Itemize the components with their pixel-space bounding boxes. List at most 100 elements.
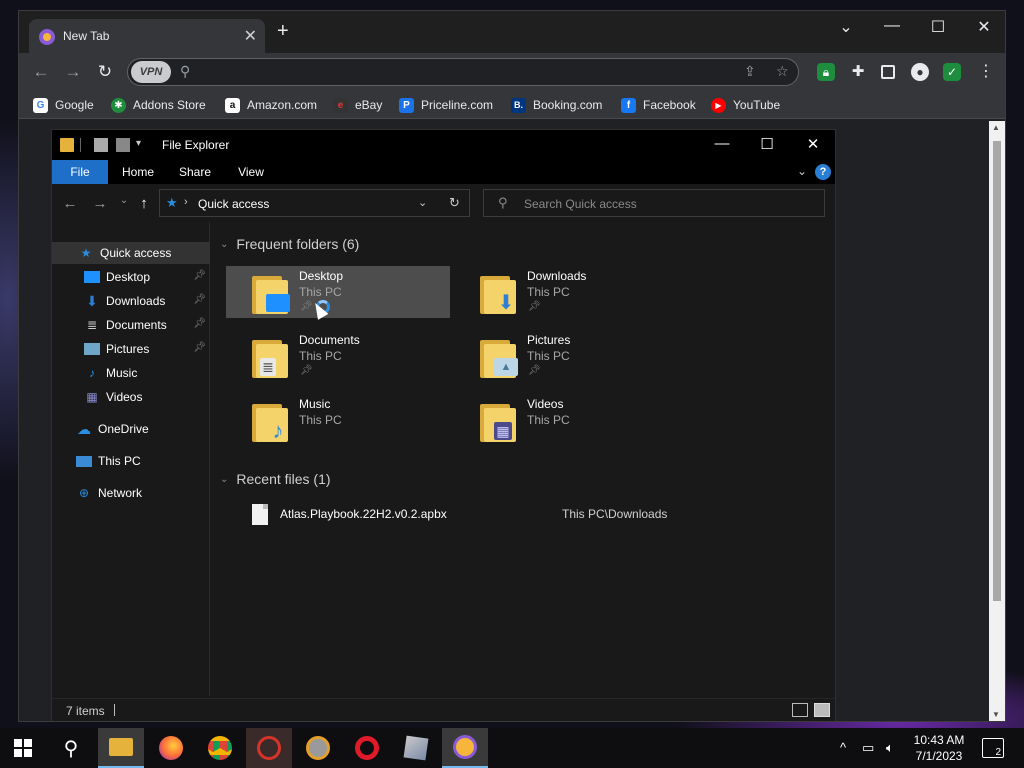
- folder-downloads-icon: ⬇: [480, 272, 520, 314]
- minimize-button[interactable]: —: [877, 17, 907, 35]
- vpn-extension-icon[interactable]: 🔒︎: [817, 63, 835, 81]
- taskbar-file-explorer[interactable]: [98, 728, 144, 768]
- search-input[interactable]: ⚲ Search Quick access: [483, 189, 825, 217]
- taskbar-brave[interactable]: [442, 728, 488, 768]
- nav-onedrive[interactable]: ☁ OneDrive: [52, 418, 210, 440]
- bookmark-amazon[interactable]: a Amazon.com: [225, 96, 317, 114]
- explorer-maximize-button[interactable]: ☐: [752, 135, 782, 153]
- recent-file-row[interactable]: Atlas.Playbook.22H2.v0.2.apbx This PC\Do…: [212, 502, 835, 526]
- taskbar-app-red[interactable]: [246, 728, 292, 768]
- folder-tile-documents[interactable]: ≣ Documents This PC 📌︎: [226, 330, 450, 382]
- explorer-minimize-button[interactable]: —: [707, 135, 737, 152]
- show-hidden-icons[interactable]: ^: [840, 740, 846, 755]
- explorer-close-button[interactable]: ✕: [798, 135, 828, 153]
- new-tab-button[interactable]: +: [277, 21, 289, 41]
- new-folder-icon[interactable]: [116, 138, 130, 152]
- start-button[interactable]: [0, 728, 46, 768]
- address-bar[interactable]: ★ › Quick access ⌄ ↻: [159, 189, 470, 217]
- taskbar-firefox[interactable]: [148, 728, 194, 768]
- folder-location: This PC: [527, 413, 570, 427]
- vpn-button[interactable]: VPN: [131, 61, 171, 83]
- clock[interactable]: 10:43 AM 7/1/2023: [908, 732, 970, 764]
- bookmark-label: Amazon.com: [247, 98, 318, 112]
- search-button[interactable]: ⚲: [48, 728, 94, 768]
- folder-location: This PC: [299, 349, 342, 363]
- up-icon[interactable]: ↑: [134, 195, 154, 212]
- recent-locations-icon[interactable]: ⌄: [114, 195, 134, 206]
- folder-location: This PC: [527, 285, 570, 299]
- notifications-button[interactable]: 2: [982, 738, 1004, 758]
- tab-view[interactable]: View: [228, 160, 274, 184]
- details-view-icon[interactable]: [792, 703, 808, 717]
- bookmark-addons-store[interactable]: ✱ Addons Store: [111, 96, 206, 114]
- folder-tile-pictures[interactable]: ▲ Pictures This PC 📌︎: [454, 330, 678, 382]
- nav-desktop[interactable]: Desktop 📌︎: [52, 266, 210, 288]
- back-icon[interactable]: ←: [60, 195, 80, 212]
- nav-this-pc[interactable]: This PC: [52, 450, 210, 472]
- frequent-folders-header[interactable]: ⌄ Frequent folders (6): [220, 236, 359, 252]
- bookmark-ebay[interactable]: e eBay: [333, 96, 382, 114]
- bookmark-youtube[interactable]: ▶ YouTube: [711, 96, 780, 114]
- breadcrumb-chevron-icon[interactable]: ›: [184, 196, 188, 208]
- bookmark-google[interactable]: G Google: [33, 96, 94, 114]
- ebay-icon: e: [333, 97, 348, 113]
- back-icon[interactable]: ←: [29, 61, 53, 83]
- folder-tile-videos[interactable]: ▦ Videos This PC: [454, 394, 678, 446]
- nav-pictures[interactable]: Pictures 📌︎: [52, 338, 210, 360]
- forward-icon[interactable]: →: [90, 195, 110, 212]
- pin-icon: 📌︎: [528, 365, 541, 376]
- close-button[interactable]: ✕: [969, 17, 999, 37]
- tab-share[interactable]: Share: [170, 160, 220, 184]
- bookmark-facebook[interactable]: f Facebook: [621, 96, 696, 114]
- scrollbar-thumb[interactable]: [993, 141, 1001, 601]
- taskbar-package-app[interactable]: [393, 728, 439, 768]
- properties-icon[interactable]: [94, 138, 108, 152]
- large-icons-view-icon[interactable]: [814, 703, 830, 717]
- forward-icon[interactable]: →: [61, 61, 85, 83]
- nav-quick-access[interactable]: ★ Quick access: [52, 242, 210, 264]
- extensions-icon[interactable]: ✚: [849, 63, 867, 81]
- customize-toolbar-icon[interactable]: ▾: [136, 138, 150, 152]
- vertical-scrollbar[interactable]: ▲ ▼: [989, 121, 1005, 721]
- shield-icon[interactable]: ✓: [943, 63, 961, 81]
- taskbar-opera[interactable]: [344, 728, 390, 768]
- tab-file[interactable]: File: [52, 160, 108, 184]
- bookmark-star-icon[interactable]: ☆: [776, 63, 789, 80]
- menu-icon[interactable]: ⋮: [977, 63, 995, 81]
- bookmark-booking[interactable]: B. Booking.com: [511, 96, 602, 114]
- nav-network[interactable]: ⊕ Network: [52, 482, 210, 504]
- taskbar-chrome[interactable]: [197, 728, 243, 768]
- side-panel-icon[interactable]: [881, 65, 895, 79]
- reload-icon[interactable]: ↻: [93, 61, 117, 83]
- scroll-down-icon[interactable]: ▼: [992, 710, 1000, 719]
- tab-home[interactable]: Home: [114, 160, 162, 184]
- address-dropdown-icon[interactable]: ⌄: [418, 196, 427, 209]
- maximize-button[interactable]: ☐: [923, 17, 953, 37]
- nav-videos[interactable]: ▦ Videos: [52, 386, 210, 408]
- taskbar-brave-beta[interactable]: [295, 728, 341, 768]
- volume-muted-icon[interactable]: 🔈︎: [886, 740, 894, 756]
- share-icon[interactable]: ⇪: [744, 63, 756, 80]
- scroll-up-icon[interactable]: ▲: [992, 123, 1000, 132]
- recent-files-header[interactable]: ⌄ Recent files (1): [220, 471, 331, 487]
- breadcrumb: Quick access: [198, 197, 270, 211]
- clock-date: 7/1/2023: [915, 749, 963, 763]
- nav-downloads[interactable]: ⬇ Downloads 📌︎: [52, 290, 210, 312]
- bookmark-priceline[interactable]: P Priceline.com: [399, 96, 493, 114]
- tab-search-button[interactable]: ⌄: [831, 17, 861, 37]
- profile-icon[interactable]: ●: [911, 63, 929, 81]
- navigation-pane: ★ Quick access Desktop 📌︎ ⬇ Downloads 📌︎…: [52, 222, 210, 696]
- folder-music-icon: ♪: [252, 400, 292, 442]
- help-icon[interactable]: ?: [815, 164, 831, 180]
- refresh-icon[interactable]: ↻: [449, 195, 460, 211]
- nav-music[interactable]: ♪ Music: [52, 362, 210, 384]
- network-status-icon[interactable]: ▭: [862, 740, 874, 756]
- tab-close-icon[interactable]: ✕: [244, 26, 257, 46]
- expand-ribbon-icon[interactable]: ⌄: [797, 164, 807, 178]
- folder-tile-downloads[interactable]: ⬇ Downloads This PC 📌︎: [454, 266, 678, 318]
- folder-tile-desktop[interactable]: Desktop This PC 📌︎: [226, 266, 450, 318]
- nav-documents[interactable]: ≣ Documents 📌︎: [52, 314, 210, 336]
- address-bar[interactable]: VPN ⚲ ⇪ ☆: [127, 58, 799, 86]
- tab-new-tab[interactable]: New Tab ✕: [29, 19, 265, 53]
- folder-tile-music[interactable]: ♪ Music This PC: [226, 394, 450, 446]
